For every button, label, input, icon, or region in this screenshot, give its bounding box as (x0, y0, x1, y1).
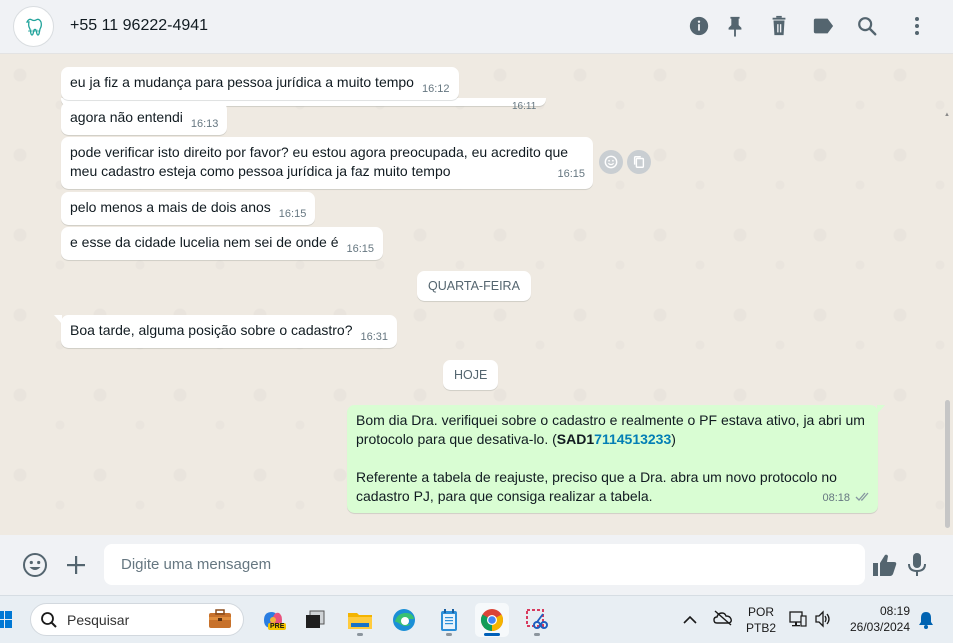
label-icon[interactable] (811, 14, 835, 38)
message-text: pelo menos a mais de dois anos (70, 199, 271, 215)
message-text: pode verificar isto direito por favor? e… (70, 144, 569, 160)
message-bubble-outgoing[interactable]: Bom dia Dra. verifiquei sobre o cadastro… (347, 405, 885, 513)
taskbar-search[interactable]: Pesquisar (30, 603, 244, 636)
keyboard-layout[interactable]: PTB2 (745, 621, 777, 635)
message-time: 16:11 (512, 101, 537, 112)
delete-icon[interactable] (767, 14, 791, 38)
message-time: 16:15 (278, 208, 307, 220)
message-bubble-incoming[interactable]: agora não entendi 16:13 (61, 102, 228, 135)
snipping-tool-icon[interactable] (520, 603, 554, 637)
clock-time[interactable]: 08:19 (864, 604, 924, 618)
clock-date[interactable]: 26/03/2024 (844, 620, 916, 634)
emoji-reaction-icon[interactable] (599, 150, 623, 174)
message-bubble-incoming[interactable]: pelo menos a mais de dois anos 16:15 (61, 192, 316, 225)
scrollbar-thumb[interactable] (945, 400, 950, 528)
windows-start-icon[interactable] (0, 603, 16, 637)
network-icon[interactable] (789, 610, 807, 633)
notification-bell-icon[interactable] (918, 611, 934, 634)
copilot-icon[interactable]: PRE (256, 603, 290, 637)
svg-text:odonto: odonto (27, 28, 40, 33)
message-time: 08:18 (822, 492, 850, 504)
search-label: Pesquisar (67, 612, 130, 628)
message-bubble-incoming[interactable]: Boa tarde, alguma posição sobre o cadast… (53, 315, 398, 348)
volume-icon[interactable] (814, 610, 832, 633)
message-time: 16:12 (421, 83, 450, 95)
date-divider: HOJE (443, 360, 499, 390)
windows-taskbar: Pesquisar PRE POR PTB2 08:19 26/03/2024 (0, 595, 953, 643)
date-divider: QUARTA-FEIRA (417, 271, 531, 301)
thumbs-up-icon[interactable] (871, 551, 899, 579)
contact-avatar[interactable]: odonto (13, 6, 54, 47)
copy-icon[interactable] (627, 150, 651, 174)
message-text: cadastro PJ, para que consiga realizar a… (356, 488, 653, 504)
message-text: e esse da cidade lucelia nem sei de onde… (70, 234, 339, 250)
protocol-prefix: SAD1 (556, 431, 595, 447)
compose-bar (0, 535, 953, 595)
edge-browser-icon[interactable] (387, 603, 421, 637)
message-list[interactable]: 16:11 eu ja fiz a mudança para pessoa ju… (0, 55, 953, 535)
scroll-up-icon[interactable]: ▲ (944, 112, 951, 118)
message-text: Bom dia Dra. verifiquei sobre o cadastro… (356, 412, 865, 428)
file-explorer-icon[interactable] (343, 603, 377, 637)
message-bubble-incoming[interactable]: pode verificar isto direito por favor? e… (61, 137, 593, 189)
onedrive-offline-icon[interactable] (713, 610, 733, 631)
read-receipt-icon (855, 488, 871, 507)
task-view-icon[interactable] (298, 603, 332, 637)
message-text: eu ja fiz a mudança para pessoa jurídica… (70, 74, 414, 90)
menu-icon[interactable] (905, 14, 929, 38)
message-text: meu cadastro esteja como pessoa jurídica… (70, 163, 451, 179)
phone-link[interactable]: 7114513233 (594, 431, 671, 447)
message-text: Boa tarde, alguma posição sobre o cadast… (70, 322, 353, 338)
microphone-icon[interactable] (903, 551, 931, 579)
info-icon[interactable] (687, 14, 711, 38)
message-time: 16:13 (190, 118, 219, 130)
message-time: 16:31 (360, 331, 389, 343)
message-time: 16:15 (346, 243, 375, 255)
message-time: 16:15 (557, 168, 585, 180)
message-text: agora não entendi (70, 109, 183, 125)
chrome-browser-icon[interactable] (475, 603, 509, 637)
attach-plus-icon[interactable] (62, 551, 90, 579)
message-bubble-incoming[interactable]: e esse da cidade lucelia nem sei de onde… (61, 227, 384, 260)
briefcase-icon (207, 608, 233, 635)
contact-name[interactable]: +55 11 96222-4941 (70, 17, 208, 35)
message-bubble-incoming[interactable]: eu ja fiz a mudança para pessoa jurídica… (61, 67, 459, 100)
pin-icon[interactable] (723, 14, 747, 38)
message-input[interactable] (104, 544, 865, 585)
chat-header: odonto +55 11 96222-4941 (0, 0, 953, 54)
message-text: protocolo para que desativa-lo. (SAD1711… (356, 431, 676, 447)
notepad-icon[interactable] (432, 603, 466, 637)
emoji-icon[interactable] (21, 551, 49, 579)
chevron-up-icon[interactable] (683, 612, 697, 630)
search-icon (40, 611, 58, 634)
message-text: Referente a tabela de reajuste, preciso … (356, 469, 837, 485)
language-code[interactable]: POR (747, 605, 775, 619)
search-icon[interactable] (855, 14, 879, 38)
